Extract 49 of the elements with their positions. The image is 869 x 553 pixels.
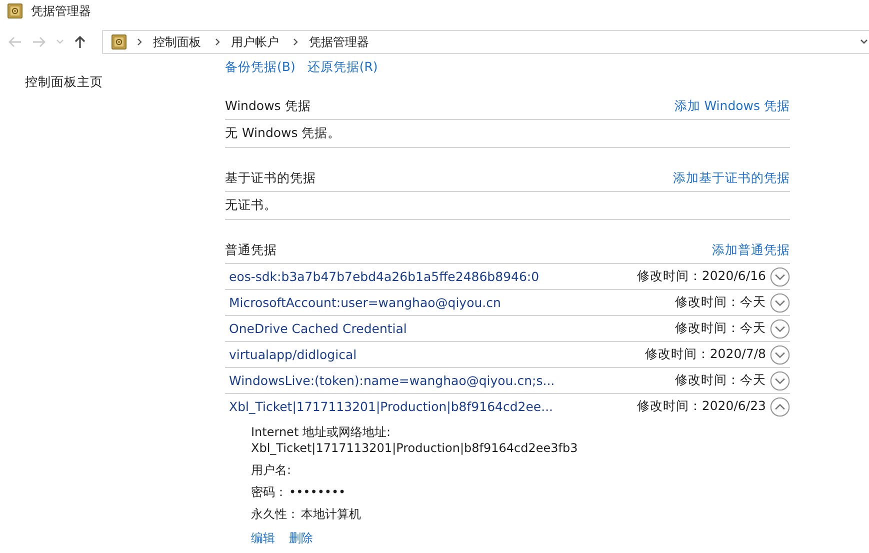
expand-chevron-icon[interactable] <box>770 318 790 338</box>
detail-link[interactable]: 编辑 <box>251 530 275 546</box>
empty-message: 无证书。 <box>225 192 790 220</box>
add-credential-link[interactable]: 添加 Windows 凭据 <box>674 98 790 115</box>
credential-name[interactable]: Xbl_Ticket|1717113201|Production|b8f9164cd2ee... <box>229 399 637 414</box>
modified-date: 修改时间：今天 <box>675 372 766 389</box>
window-title: 凭据管理器 <box>31 2 91 20</box>
safe-icon <box>7 3 23 19</box>
field-label: 用户名: <box>251 462 292 478</box>
add-credential-link[interactable]: 添加普通凭据 <box>712 242 790 259</box>
field-value: Xbl_Ticket|1717113201|Production|b8f9164cd2ee3fb3 <box>251 440 579 456</box>
credential-name[interactable]: eos-sdk:b3a7b47b7ebd4a26b1a5ffe2486b8946:0 <box>229 269 637 284</box>
field-label: Internet 地址或网络地址: <box>251 424 392 440</box>
expand-chevron-icon[interactable] <box>770 344 790 364</box>
breadcrumb-item[interactable]: 用户帐户 <box>231 34 279 50</box>
toolbar-link[interactable]: 还原凭据(R) <box>307 58 378 76</box>
collapse-chevron-icon[interactable] <box>770 396 790 416</box>
modified-date: 修改时间：2020/6/23 <box>636 398 766 415</box>
modified-date: 修改时间：今天 <box>675 320 766 337</box>
toolbar-link[interactable]: 备份凭据(B) <box>225 58 296 76</box>
modified-date: 修改时间：2020/7/8 <box>644 346 766 363</box>
expand-chevron-icon[interactable] <box>770 370 790 390</box>
expand-chevron-icon[interactable] <box>770 266 790 286</box>
field-value: •••••••• <box>289 484 346 500</box>
chevron-right-icon <box>215 38 221 46</box>
sidebar-link[interactable]: 控制面板主页 <box>25 74 225 91</box>
modified-date: 修改时间：今天 <box>675 294 766 311</box>
section-title: 普通凭据 <box>225 242 277 259</box>
chevron-right-icon <box>293 38 299 46</box>
credential-name[interactable]: MicrosoftAccount:user=wanghao@qiyou.cn <box>229 295 675 310</box>
safe-icon <box>111 34 127 50</box>
field-label: 永久性： <box>251 506 299 522</box>
breadcrumb-item[interactable]: 凭据管理器 <box>309 34 369 50</box>
field-value: 本地计算机 <box>301 506 361 522</box>
chevron-down-icon[interactable] <box>860 39 868 45</box>
section-title: Windows 凭据 <box>225 98 311 115</box>
modified-date: 修改时间：2020/6/16 <box>636 268 766 285</box>
section-title: 基于证书的凭据 <box>225 170 316 187</box>
detail-link[interactable]: 删除 <box>289 530 313 546</box>
up-arrow-icon[interactable] <box>74 35 86 49</box>
chevron-right-icon <box>137 38 143 46</box>
credential-name[interactable]: OneDrive Cached Credential <box>229 321 675 336</box>
breadcrumb-item[interactable]: 控制面板 <box>153 34 201 50</box>
field-label: 密码： <box>251 484 287 500</box>
credential-name[interactable]: WindowsLive:(token):name=wanghao@qiyou.cn;s... <box>229 373 675 388</box>
add-credential-link[interactable]: 添加基于证书的凭据 <box>673 170 790 187</box>
empty-message: 无 Windows 凭据。 <box>225 120 790 148</box>
credential-name[interactable]: virtualapp/didlogical <box>229 347 645 362</box>
expand-chevron-icon[interactable] <box>770 292 790 312</box>
